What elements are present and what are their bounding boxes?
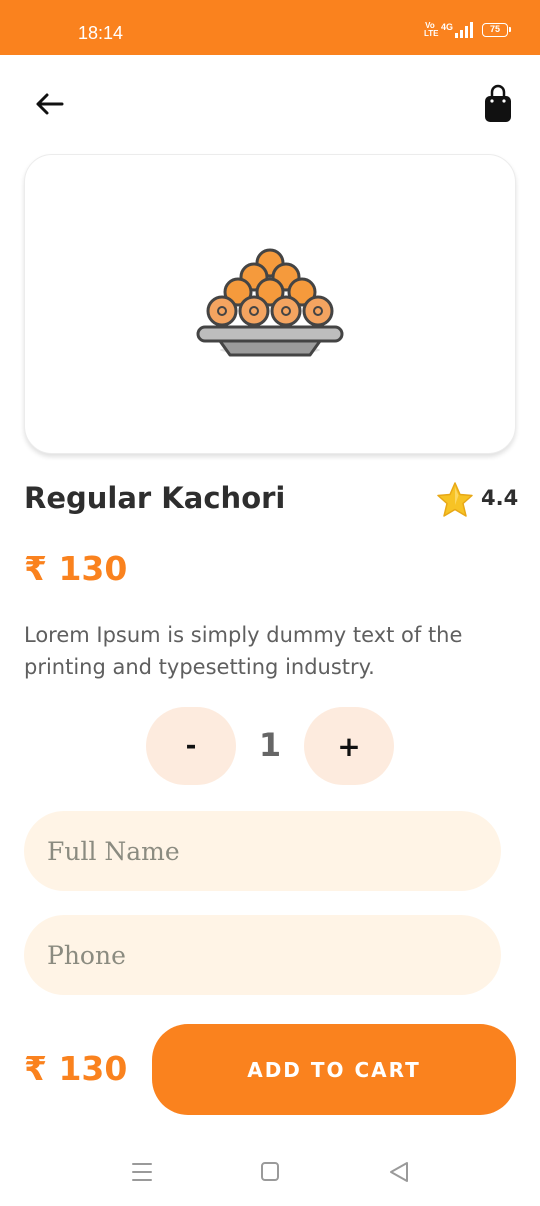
recent-apps-button[interactable]: [128, 1160, 156, 1184]
volte-icon: Vo LTE: [423, 21, 439, 38]
phone-field[interactable]: [24, 915, 501, 995]
system-back-button[interactable]: [385, 1160, 413, 1184]
full-name-field[interactable]: [24, 811, 501, 891]
status-time: 18:14: [78, 23, 124, 43]
star-icon: [437, 482, 473, 517]
total-price: ₹ 130: [24, 1049, 128, 1088]
cart-button[interactable]: [483, 84, 513, 124]
system-nav-bar: [0, 1140, 540, 1206]
status-icons: Vo LTE 4G 75: [423, 21, 511, 38]
decrease-quantity-button[interactable]: -: [146, 707, 236, 785]
network-type-label: 4G: [440, 22, 453, 32]
shopping-bag-icon: [485, 84, 511, 122]
sweets-platter-icon: [196, 248, 344, 357]
battery-icon: 75: [482, 23, 511, 37]
signal-strength-icon: [455, 22, 473, 38]
home-button[interactable]: [256, 1160, 284, 1184]
status-bar: 18:14 Vo LTE 4G 75: [0, 0, 540, 55]
back-button[interactable]: [32, 88, 68, 120]
rating-value: 4.4: [481, 486, 519, 510]
recent-apps-icon: [132, 1163, 152, 1181]
product-description: Lorem Ipsum is simply dummy text of the …: [24, 623, 463, 679]
product-price: ₹ 130: [24, 549, 128, 588]
back-triangle-icon: [390, 1162, 408, 1182]
increase-quantity-button[interactable]: +: [304, 707, 394, 785]
arrow-left-icon: [36, 93, 64, 115]
battery-level: 75: [489, 24, 500, 34]
add-to-cart-button[interactable]: ADD TO CART: [152, 1024, 516, 1115]
quantity-value: 1: [258, 726, 282, 764]
home-square-icon: [261, 1162, 279, 1181]
product-name: Regular Kachori: [24, 481, 286, 515]
